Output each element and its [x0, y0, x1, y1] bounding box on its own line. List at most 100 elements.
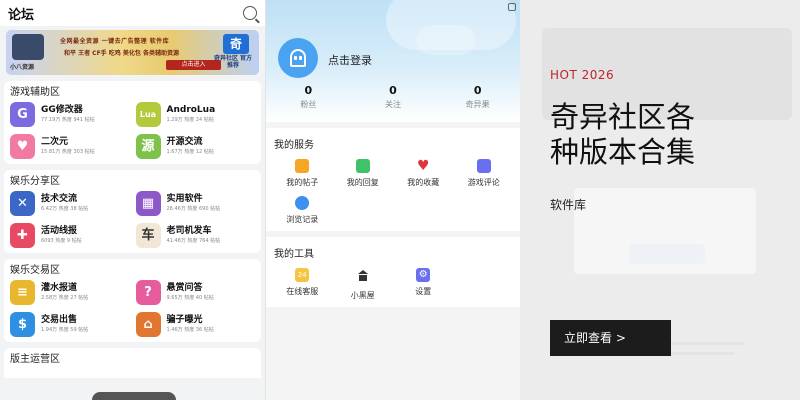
scan-icon[interactable] [508, 3, 516, 11]
my-services-section: 我的服务 我的帖子 我的回复 ♥ 我的收藏 游戏评论 浏览记录 [266, 128, 520, 231]
board-name: 技术交流 [41, 194, 78, 204]
service-label: 游戏评论 [467, 178, 500, 187]
profile-panel: 点击登录 0 粉丝 0 关注 0 奇异果 我的服务 我的帖子 我的回复 ♥ 我的… [266, 0, 520, 400]
stat-fruit[interactable]: 0 奇异果 [443, 84, 513, 112]
profile-header: 点击登录 0 粉丝 0 关注 0 奇异果 [266, 0, 520, 122]
board-name: GG修改器 [41, 105, 83, 115]
board-name: 交易出售 [41, 315, 78, 325]
floating-pill[interactable] [92, 392, 176, 400]
board-icon: ? [135, 279, 161, 305]
gear-icon: ⚙ [416, 268, 431, 282]
board-item[interactable]: ? 悬赏问答 9.65万 热度 40 帖帖 [135, 278, 256, 306]
section-title: 娱乐分享区 [10, 176, 60, 187]
board-name: 开源交流 [166, 137, 203, 147]
posts-icon [295, 159, 310, 173]
service-game-reviews[interactable]: 游戏评论 [454, 159, 515, 188]
stat-fans[interactable]: 0 粉丝 [273, 84, 343, 112]
login-link[interactable]: 点击登录 [328, 52, 372, 68]
board-icon: ⌂ [135, 311, 161, 337]
board-item[interactable]: ✚ 活动线报 6093 热度 9 帖帖 [10, 221, 130, 249]
service-label: 我的收藏 [407, 178, 440, 187]
replies-icon [355, 159, 370, 173]
service-my-favorites[interactable]: ♥ 我的收藏 [393, 159, 454, 188]
section-card: 娱乐交易区 ≡ 灌水报道 2.58万 热度 27 帖帖? 悬赏问答 9.65万 热度 40… [4, 259, 261, 342]
search-icon[interactable] [243, 6, 257, 20]
board-icon: $ [10, 311, 35, 337]
ghost-avatar-icon [290, 49, 306, 67]
board-name: 活动线报 [41, 226, 78, 236]
board-stats: 15.81万 热度 303 帖帖 [41, 149, 95, 155]
board-item[interactable]: 车老司机发车 41.48万 热度 764 帖帖 [135, 221, 256, 249]
board-item[interactable]: 源开源交流 1.67万 热度 12 帖帖 [135, 132, 256, 160]
board-icon: ✕ [10, 190, 35, 216]
stat-label: 关注 [384, 100, 401, 109]
wolf-logo-icon [12, 34, 44, 60]
board-stats: 9.65万 热度 40 帖帖 [166, 295, 214, 301]
service-label: 我的帖子 [286, 178, 319, 187]
screenshot-stage: 论坛 小八资源 全网最全资源 一键去广告整理 软件库 和平 王者 CF手 吃鸡 … [0, 0, 800, 400]
heart-icon: ♥ [416, 158, 430, 174]
board-item[interactable]: Lua AndroLua 1.29万 热度 24 帖帖 [135, 100, 256, 128]
board-name: 实用软件 [166, 194, 203, 204]
board-icon: ✚ [10, 222, 35, 248]
tool-blackhouse[interactable]: 小黑屋 [333, 268, 394, 301]
background-dialog-button [629, 244, 705, 264]
forum-title: 论坛 [8, 7, 35, 23]
banner-left-caption: 小八资源 [10, 64, 35, 71]
board-stats: 28.46万 热度 690 帖帖 [166, 206, 221, 212]
stat-label: 奇异果 [465, 100, 490, 109]
section-card: 版主运营区 [4, 348, 261, 378]
avatar[interactable] [278, 38, 318, 78]
board-stats: 1.46万 热度 36 帖帖 [166, 327, 214, 333]
qiyi-logo-icon: 奇 [223, 34, 249, 54]
profile-stats: 0 粉丝 0 关注 0 奇异果 [266, 84, 520, 112]
banner-right-caption: 奇异社区 官方推荐 [213, 55, 253, 69]
board-item[interactable]: ✕ 技术交流 6.42万 热度 38 帖帖 [10, 189, 130, 217]
board-icon: ≡ [10, 279, 35, 305]
section-title: 版主运营区 [10, 354, 60, 365]
banner-line-2: 和平 王者 CF手 吃鸡 美化包 各类辅助资源 [64, 50, 179, 57]
section-card: 游戏辅助区 G GG修改器 77.19万 热度 941 帖帖 Lua AndroLua 1.… [4, 81, 261, 164]
tool-settings[interactable]: ⚙ 设置 [393, 268, 454, 301]
board-item[interactable]: G GG修改器 77.19万 热度 941 帖帖 [10, 100, 130, 128]
board-icon: G [10, 101, 35, 127]
view-now-button[interactable]: 立即查看 > [550, 320, 671, 356]
board-stats: 1.94万 热度 59 帖帖 [41, 327, 89, 333]
service-history[interactable]: 浏览记录 [272, 196, 333, 225]
board-icon: ▦ [135, 190, 161, 216]
board-item[interactable]: $ 交易出售 1.94万 热度 59 帖帖 [10, 310, 130, 338]
header-decoration [416, 25, 476, 55]
stat-follow[interactable]: 0 关注 [358, 84, 428, 112]
hot-tag: HOT 2026 [550, 68, 615, 82]
services-title: 我的服务 [274, 140, 314, 151]
background-dialog [574, 188, 756, 274]
section-title: 游戏辅助区 [10, 87, 60, 98]
service-my-replies[interactable]: 我的回复 [333, 159, 394, 188]
forum-panel: 论坛 小八资源 全网最全资源 一键去广告整理 软件库 和平 王者 CF手 吃鸡 … [0, 0, 266, 400]
board-item[interactable]: ≡ 灌水报道 2.58万 热度 27 帖帖 [10, 278, 130, 306]
tool-label: 在线客服 [286, 287, 319, 296]
board-item[interactable]: ▦ 实用软件 28.46万 热度 690 帖帖 [135, 189, 256, 217]
tool-support[interactable]: 24 在线客服 [272, 268, 333, 301]
stat-value: 0 [304, 84, 313, 97]
board-item[interactable]: ⌂ 骗子曝光 1.46万 热度 36 帖帖 [135, 310, 256, 338]
tools-title: 我的工具 [274, 249, 314, 260]
service-my-posts[interactable]: 我的帖子 [272, 159, 333, 188]
forum-header: 论坛 [0, 0, 265, 26]
paw-icon [295, 196, 310, 210]
board-item[interactable]: ♥ 二次元 15.81万 热度 303 帖帖 [10, 132, 130, 160]
board-stats: 6093 热度 9 帖帖 [41, 238, 82, 244]
board-name: 二次元 [41, 137, 69, 147]
service-label: 我的回复 [346, 178, 379, 187]
promo-banner[interactable]: 小八资源 全网最全资源 一键去广告整理 软件库 和平 王者 CF手 吃鸡 美化包… [6, 30, 259, 75]
stat-value: 0 [389, 84, 397, 97]
board-name: 老司机发车 [166, 226, 212, 236]
board-icon: 源 [135, 133, 161, 159]
support-24-icon: 24 [295, 268, 310, 282]
promo-headline: 奇异社区各种版本合集 [550, 100, 696, 169]
board-stats: 41.48万 热度 764 帖帖 [166, 238, 221, 244]
section-card: 娱乐分享区 ✕ 技术交流 6.42万 热度 38 帖帖 ▦ 实用软件 28.46万 热度 6… [4, 170, 261, 253]
board-icon: 车 [135, 222, 161, 248]
board-stats: 2.58万 热度 27 帖帖 [41, 295, 89, 301]
service-label: 浏览记录 [286, 215, 319, 224]
